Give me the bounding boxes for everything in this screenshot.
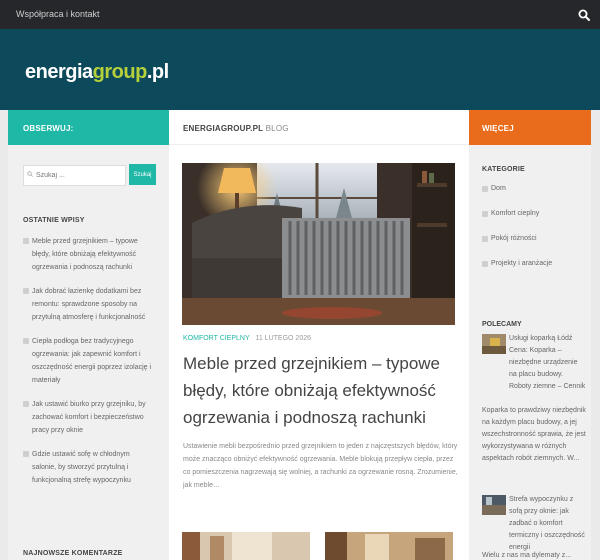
recommended-excerpt-1: Koparka to prawdziwy niezbędnik na każdy… xyxy=(482,407,586,462)
categories-list: Dom Komfort cieplny Pokój różności Proje… xyxy=(482,185,582,285)
bullet-icon xyxy=(23,338,29,344)
recent-post-link[interactable]: Gdzie ustawić sofę w chłodnym salonie, b… xyxy=(32,451,131,484)
page-right-margin xyxy=(591,110,600,560)
logo-part-energia: energia xyxy=(25,61,93,83)
recent-post-item[interactable]: Gdzie ustawić sofę w chłodnym salonie, b… xyxy=(23,448,153,487)
recommended-title: POLECAMY xyxy=(482,321,522,328)
post-featured-image[interactable] xyxy=(182,163,455,325)
sidebar-search-form: Szukaj xyxy=(23,164,156,186)
recent-post-link[interactable]: Jak dobrać łazienkę dodatkami bez remont… xyxy=(32,288,145,321)
sidebar-left: OBSERWUJ: Szukaj OSTATNIE WPISY Meble pr… xyxy=(8,110,169,560)
recent-posts-title: OSTATNIE WPISY xyxy=(23,217,85,224)
sidebar-follow-heading: OBSERWUJ: xyxy=(8,110,169,145)
recommended-link-1[interactable]: Usługi koparką Łódź Cena: Koparka – niez… xyxy=(509,333,587,393)
recent-post-item[interactable]: Ciepła podłoga bez tradycyjnego ogrzewan… xyxy=(23,335,153,387)
top-bar: Współpraca i kontakt xyxy=(0,0,600,29)
main-heading-blog: BLOG xyxy=(265,124,289,133)
post-excerpt: Ustawienie mebli bezpośrednio przed grze… xyxy=(183,443,458,489)
category-link[interactable]: Komfort cieplny xyxy=(491,210,539,217)
post-title-link[interactable]: Meble przed grzejnikiem – typowe błędy, … xyxy=(183,350,458,431)
recommended-thumb-1-art xyxy=(482,334,506,354)
post-date: 11 LUTEGO 2026 xyxy=(255,335,311,342)
next-post-thumbnail[interactable] xyxy=(182,532,310,560)
next-post-thumbnail-2-art xyxy=(325,532,453,560)
recommended-thumb-2[interactable] xyxy=(482,495,506,515)
sidebar-right: WIĘCEJ KATEGORIE Dom Komfort cieplny Pok… xyxy=(469,110,591,560)
bullet-icon xyxy=(23,238,29,244)
recommended-thumb-1[interactable] xyxy=(482,334,506,354)
site-header: energiagroup.pl xyxy=(0,29,600,110)
category-item[interactable]: Projekty i aranżacje xyxy=(482,260,582,285)
next-post-thumbnail-2[interactable] xyxy=(325,532,453,560)
search-input[interactable] xyxy=(23,165,126,186)
recent-post-item[interactable]: Jak ustawić biurko przy grzejniku, by za… xyxy=(23,398,153,437)
category-item[interactable]: Komfort cieplny xyxy=(482,210,582,235)
bullet-icon xyxy=(23,288,29,294)
category-item[interactable]: Pokój różności xyxy=(482,235,582,260)
logo-part-group: group xyxy=(92,61,148,83)
sidebar-more-heading: WIĘCEJ xyxy=(469,110,591,145)
site-logo[interactable]: energiagroup.pl xyxy=(25,60,169,84)
main-heading: ENERGIAGROUP.PL BLOG xyxy=(169,110,469,145)
recent-post-item[interactable]: Meble przed grzejnikiem – typowe błędy, … xyxy=(23,235,153,274)
category-link[interactable]: Dom xyxy=(491,185,506,192)
bullet-icon xyxy=(482,236,488,242)
next-post-thumbnail-art xyxy=(182,532,310,560)
nav-link-contact[interactable]: Współpraca i kontakt xyxy=(16,9,100,19)
recent-posts-list: Meble przed grzejnikiem – typowe błędy, … xyxy=(23,235,153,498)
recommended-link-2[interactable]: Strefa wypoczynku z sofą przy oknie: jak… xyxy=(509,494,587,554)
bullet-icon xyxy=(482,261,488,267)
logo-part-domain: .pl xyxy=(146,61,169,83)
featured-image-art xyxy=(182,163,455,325)
topbar-search-button[interactable] xyxy=(568,0,600,29)
recent-post-link[interactable]: Meble przed grzejnikiem – typowe błędy, … xyxy=(32,238,138,271)
search-submit-button[interactable]: Szukaj xyxy=(129,164,156,185)
recent-post-link[interactable]: Ciepła podłoga bez tradycyjnego ogrzewan… xyxy=(32,338,151,384)
recommended-excerpt-2: Wielu z nas ma dylematy z... xyxy=(482,552,572,559)
bullet-icon xyxy=(482,211,488,217)
post-meta: KOMFORT CIEPLNY 11 LUTEGO 2026 xyxy=(183,335,311,342)
bullet-icon xyxy=(23,401,29,407)
main-heading-site: ENERGIAGROUP.PL xyxy=(183,124,264,133)
post-category-link[interactable]: KOMFORT CIEPLNY xyxy=(183,335,250,342)
search-field-icon xyxy=(27,171,33,177)
recommended-thumb-2-art xyxy=(482,495,506,515)
recent-post-link[interactable]: Jak ustawić biurko przy grzejniku, by za… xyxy=(32,401,146,434)
bullet-icon xyxy=(482,186,488,192)
recent-comments-title: NAJNOWSZE KOMENTARZE xyxy=(23,550,123,557)
category-item[interactable]: Dom xyxy=(482,185,582,210)
category-link[interactable]: Pokój różności xyxy=(491,235,537,242)
bullet-icon xyxy=(23,451,29,457)
main-content: ENERGIAGROUP.PL BLOG KOMFORT CIEPLNY 11 … xyxy=(169,110,469,560)
category-link[interactable]: Projekty i aranżacje xyxy=(491,260,552,267)
categories-title: KATEGORIE xyxy=(482,166,525,173)
recent-post-item[interactable]: Jak dobrać łazienkę dodatkami bez remont… xyxy=(23,285,153,324)
search-icon xyxy=(578,9,590,21)
